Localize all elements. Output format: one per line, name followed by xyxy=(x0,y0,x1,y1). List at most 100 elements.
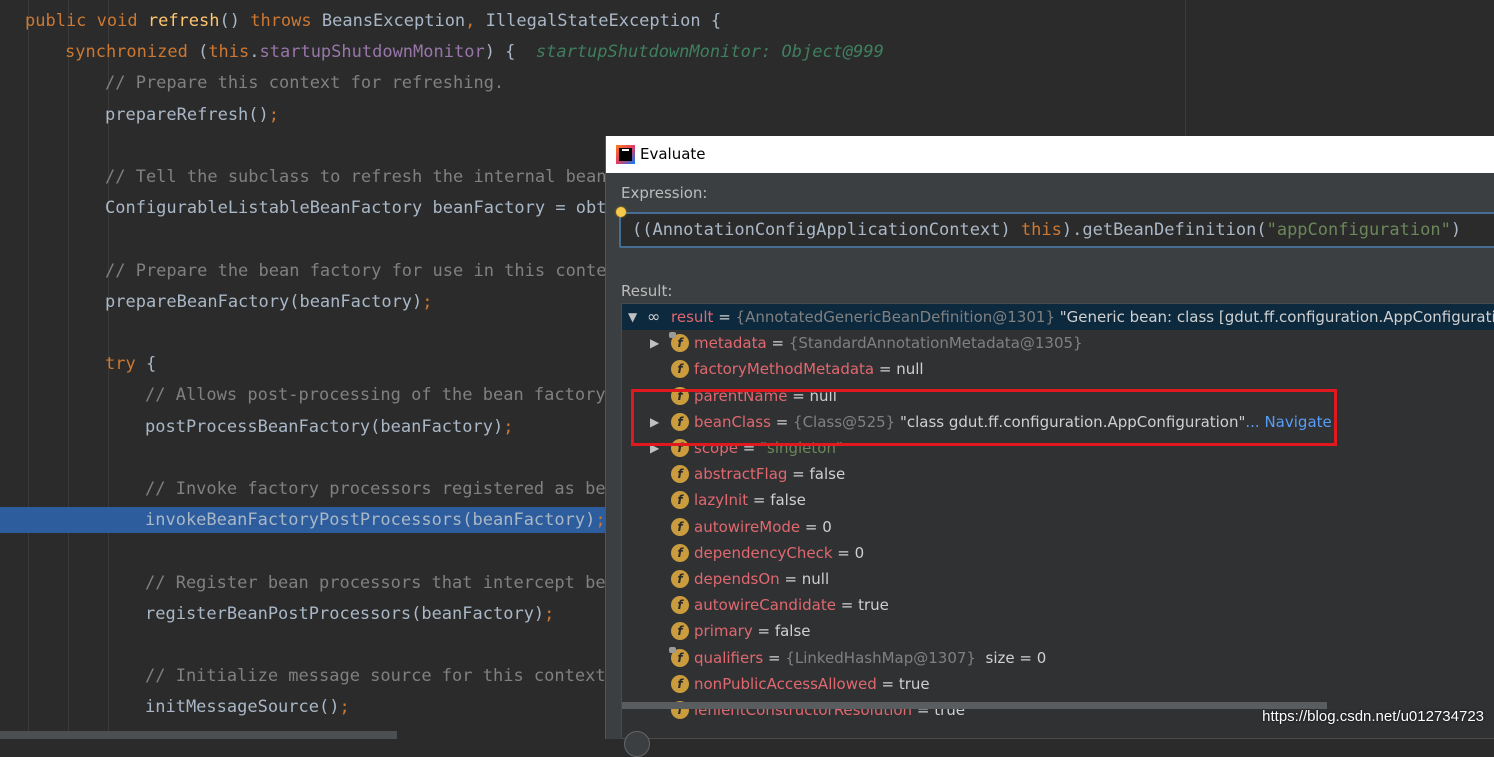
code-token: invokeBeanFactoryPostProcessors(beanFact… xyxy=(145,510,596,531)
navigate-link[interactable]: ... Navigate xyxy=(1245,413,1331,431)
tree-eq: = xyxy=(766,334,789,353)
tree-value: 0 xyxy=(822,517,832,536)
tree-row-scope[interactable]: ▶ f scope = "singleton" xyxy=(622,435,1494,461)
tree-eq: = xyxy=(787,386,810,405)
tree-name: primary xyxy=(694,622,753,641)
code-token: ; xyxy=(268,104,280,125)
lightbulb-icon[interactable] xyxy=(616,207,626,217)
code-token: ) { xyxy=(484,42,536,63)
tree-value: false xyxy=(809,465,846,484)
tree-value: null xyxy=(801,570,830,588)
field-icon: f xyxy=(671,570,689,588)
tree-name: autowireCandidate xyxy=(694,596,836,615)
code-line: public void refresh() throws BeansExcept… xyxy=(0,8,1494,34)
code-line: // Prepare this context for refreshing. xyxy=(0,70,1494,96)
tree-eq: = xyxy=(748,491,771,510)
help-button[interactable] xyxy=(624,731,650,757)
tree-row-nonPublicAccessAllowed[interactable]: f nonPublicAccessAllowed = true xyxy=(622,671,1494,697)
result-tree[interactable]: ▼ ∞ result = {AnnotatedGenericBeanDefiniti… xyxy=(621,303,1494,739)
tree-row-lazyInit[interactable]: f lazyInit = false xyxy=(622,487,1494,513)
tree-name: metadata xyxy=(694,334,767,353)
tree-row-result[interactable]: ▼ ∞ result = {AnnotatedGenericBeanDefiniti… xyxy=(622,304,1494,330)
tree-name: beanClass xyxy=(694,412,771,431)
code-token: // Initialize message source for this co… xyxy=(145,666,616,687)
result-horizontal-scrollbar[interactable] xyxy=(622,702,1327,709)
code-token: startupShutdownMonitor xyxy=(259,42,485,63)
intellij-app-icon xyxy=(616,145,635,164)
tree-name: qualifiers xyxy=(694,648,764,667)
code-token: startupShutdownMonitor: Object@999 xyxy=(535,42,884,63)
tree-row-factoryMethodMetadata[interactable]: f factoryMethodMetadata = null xyxy=(622,356,1494,382)
code-token: ConfigurableListableBeanFactory beanFact… xyxy=(105,198,617,219)
tree-value: "singleton" xyxy=(760,439,843,457)
field-icon: f xyxy=(671,465,689,484)
code-token: synchronized xyxy=(65,42,199,63)
tree-name: result xyxy=(671,308,714,326)
tree-name: nonPublicAccessAllowed xyxy=(694,674,877,693)
watch-icon: ∞ xyxy=(647,307,661,326)
field-icon: f xyxy=(671,674,689,693)
code-token: ; xyxy=(503,416,514,437)
collapse-arrow-icon[interactable]: ▶ xyxy=(650,435,662,461)
code-token: // Tell the subclass to refresh the inte… xyxy=(105,167,607,187)
collapse-arrow-icon[interactable]: ▶ xyxy=(650,409,662,435)
tree-eq: = xyxy=(770,412,794,431)
tree-ref: {StandardAnnotationMetadata@1305} xyxy=(788,334,1083,353)
field-icon: f xyxy=(671,360,689,379)
field-icon: f xyxy=(671,412,689,431)
code-token: ; xyxy=(422,291,433,312)
tree-value: true xyxy=(898,674,930,693)
tree-row-autowireCandidate[interactable]: f autowireCandidate = true xyxy=(622,592,1494,618)
tree-eq: = xyxy=(713,308,736,326)
code-token: initMessageSource() xyxy=(145,697,340,718)
expression-token: ((AnnotationConfigApplicationContext) xyxy=(632,220,1021,240)
tree-row-primary[interactable]: f primary = false xyxy=(622,618,1494,644)
tree-name: autowireMode xyxy=(694,517,801,536)
tree-row-autowireMode[interactable]: f autowireMode = 0 xyxy=(622,514,1494,540)
field-icon: f xyxy=(671,543,689,562)
tree-value: size = 0 xyxy=(975,648,1047,667)
tree-eq: = xyxy=(835,596,859,615)
tree-value: "Generic bean: class [gdut.ff.configurat… xyxy=(1055,308,1494,326)
tree-ref: {AnnotatedGenericBeanDefinition@1301} xyxy=(735,308,1055,326)
tree-eq: = xyxy=(874,360,897,379)
tree-row-abstractFlag[interactable]: f abstractFlag = false xyxy=(622,461,1494,487)
collapse-arrow-icon[interactable]: ▶ xyxy=(650,330,662,356)
tree-eq: = xyxy=(787,465,810,484)
tree-row-metadata[interactable]: ▶ f metadata = {StandardAnnotationMetadata… xyxy=(622,330,1494,356)
tree-row-dependencyCheck[interactable]: f dependencyCheck = 0 xyxy=(622,540,1494,566)
editor-scrollbar-thumb[interactable] xyxy=(0,731,397,739)
field-icon: f xyxy=(671,491,689,510)
code-token: ; xyxy=(339,697,350,718)
tree-eq: = xyxy=(832,543,855,562)
tree-name: lazyInit xyxy=(694,491,749,510)
tree-name: scope xyxy=(694,439,738,457)
watermark: https://blog.csdn.net/u012734723 xyxy=(1262,708,1484,725)
code-token: IllegalStateException { xyxy=(485,11,722,31)
tree-name: parentName xyxy=(694,386,788,405)
field-icon: f xyxy=(671,439,689,457)
expression-input[interactable]: ((AnnotationConfigApplicationContext) th… xyxy=(619,212,1494,248)
code-token: try xyxy=(105,354,146,375)
tree-value: null xyxy=(809,386,837,405)
tree-value: 0 xyxy=(854,543,865,562)
expression-label: Expression: xyxy=(621,184,708,202)
code-token: () xyxy=(219,11,251,31)
tree-row-qualifiers[interactable]: f qualifiers = {LinkedHashMap@1307} size … xyxy=(622,645,1494,671)
field-icon: f xyxy=(671,386,689,405)
dialog-titlebar[interactable]: Evaluate xyxy=(606,136,1494,173)
code-token: this xyxy=(208,42,250,63)
tree-value: "class gdut.ff.configuration.AppConfigur… xyxy=(895,412,1246,431)
expression-token: ).getBeanDefinition( xyxy=(1061,220,1267,240)
code-line-current: invokeBeanFactoryPostProcessors(beanFact… xyxy=(0,507,606,534)
field-icon: f xyxy=(671,622,689,641)
tree-name: dependsOn xyxy=(694,570,780,588)
expand-arrow-icon[interactable]: ▼ xyxy=(628,304,640,330)
evaluate-dialog: Evaluate Expression: ((AnnotationConfigA… xyxy=(605,136,1494,757)
tree-row-dependsOn[interactable]: f dependsOn = null xyxy=(622,566,1494,592)
code-token: throws xyxy=(250,11,322,31)
tree-row-beanClass[interactable]: ▶ f beanClass = {Class@525} "class gdut.ff… xyxy=(622,409,1494,435)
code-token: BeansException xyxy=(321,11,466,31)
tree-row-parentName[interactable]: f parentName = null xyxy=(622,383,1494,409)
result-label: Result: xyxy=(621,282,673,300)
